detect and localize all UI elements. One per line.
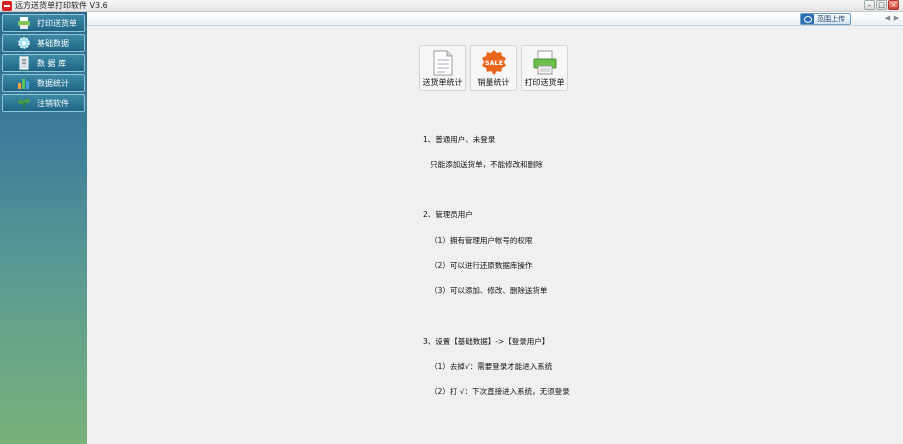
instructions-panel: 1、普通用户、未登录 只能添加送货单，不能修改和删除 2、管理员用户 （1）拥有… <box>423 119 570 422</box>
instruction-line: （1）去掉√：需要登录才能进入系统 <box>423 361 553 371</box>
sidebar-item-label: 注销软件 <box>37 98 69 108</box>
printer-icon <box>533 50 557 75</box>
sidebar-item-database[interactable]: 数 据 库 <box>2 54 85 72</box>
tile-label: 送货单统计 <box>422 78 463 87</box>
sidebar-item-logout[interactable]: 注销软件 <box>2 94 85 112</box>
instruction-section-1: 1、普通用户、未登录 只能添加送货单，不能修改和删除 <box>423 119 570 186</box>
instruction-line: （3）可以添加、修改、删除送货单 <box>423 286 548 296</box>
sidebar-item-label: 数据统计 <box>37 78 69 88</box>
instruction-line: 只能添加送货单，不能修改和删除 <box>423 160 543 170</box>
minimize-button[interactable]: – <box>864 0 875 10</box>
instruction-line: 3、设置【基础数据】->【登录用户】 <box>423 336 550 346</box>
gear-icon <box>18 37 30 49</box>
close-button[interactable]: × <box>888 0 899 10</box>
page-nav-arrows: ◀ ▶ <box>884 14 900 23</box>
printer-icon <box>18 17 30 29</box>
next-arrow-icon[interactable]: ▶ <box>893 14 900 23</box>
sidebar-item-print-delivery[interactable]: 打印送货单 <box>2 14 85 32</box>
sale-badge-text: SALE <box>485 59 503 67</box>
instruction-line: 2、管理员用户 <box>423 210 473 220</box>
instruction-section-2: 2、管理员用户 （1）拥有管理用户帐号的权限 （2）可以进行还原数据库操作 （3… <box>423 195 570 313</box>
sale-badge-icon: SALE <box>482 50 506 75</box>
instruction-line: （2）打 √：下次直接进入系统，无须登录 <box>423 386 570 396</box>
app-logo-icon <box>2 1 12 11</box>
prev-arrow-icon[interactable]: ◀ <box>884 14 891 23</box>
instruction-section-3: 3、设置【基础数据】->【登录用户】 （1）去掉√：需要登录才能进入系统 （2）… <box>423 321 570 413</box>
instruction-line: （1）拥有管理用户帐号的权限 <box>423 235 533 245</box>
instruction-line: （2）可以进行还原数据库操作 <box>423 260 533 270</box>
tile-label: 销量统计 <box>477 78 510 87</box>
print-delivery-tile[interactable]: 打印送货单 <box>521 45 568 91</box>
instruction-line: 1、普通用户、未登录 <box>423 134 496 144</box>
cloud-sync-icon <box>801 14 814 24</box>
window-controls: – □ × <box>864 0 899 10</box>
sidebar-item-basic-data[interactable]: 基础数据 <box>2 34 85 52</box>
top-toolbar <box>87 12 903 26</box>
upload-button[interactable]: 范围上传 <box>800 13 851 25</box>
tile-label: 打印送货单 <box>524 78 565 87</box>
window-title: 远方送货单打印软件 V3.6 <box>15 1 108 10</box>
document-icon <box>433 50 453 76</box>
upload-button-label: 范围上传 <box>817 15 845 23</box>
delivery-stats-tile[interactable]: 送货单统计 <box>419 45 466 91</box>
title-bar: 远方送货单打印软件 V3.6 – □ × <box>0 0 903 12</box>
sidebar-item-label: 打印送货单 <box>37 18 77 28</box>
database-icon <box>19 56 29 70</box>
sidebar-item-label: 数 据 库 <box>37 58 67 68</box>
bar-chart-icon <box>18 79 29 89</box>
sidebar-item-label: 基础数据 <box>37 38 69 48</box>
plant-icon <box>18 99 30 109</box>
sales-stats-tile[interactable]: SALE 销量统计 <box>470 45 517 91</box>
sidebar: 打印送货单 基础数据 数 据 库 数据统计 注销软件 <box>0 12 87 444</box>
maximize-button[interactable]: □ <box>876 0 887 10</box>
sidebar-item-statistics[interactable]: 数据统计 <box>2 74 85 92</box>
